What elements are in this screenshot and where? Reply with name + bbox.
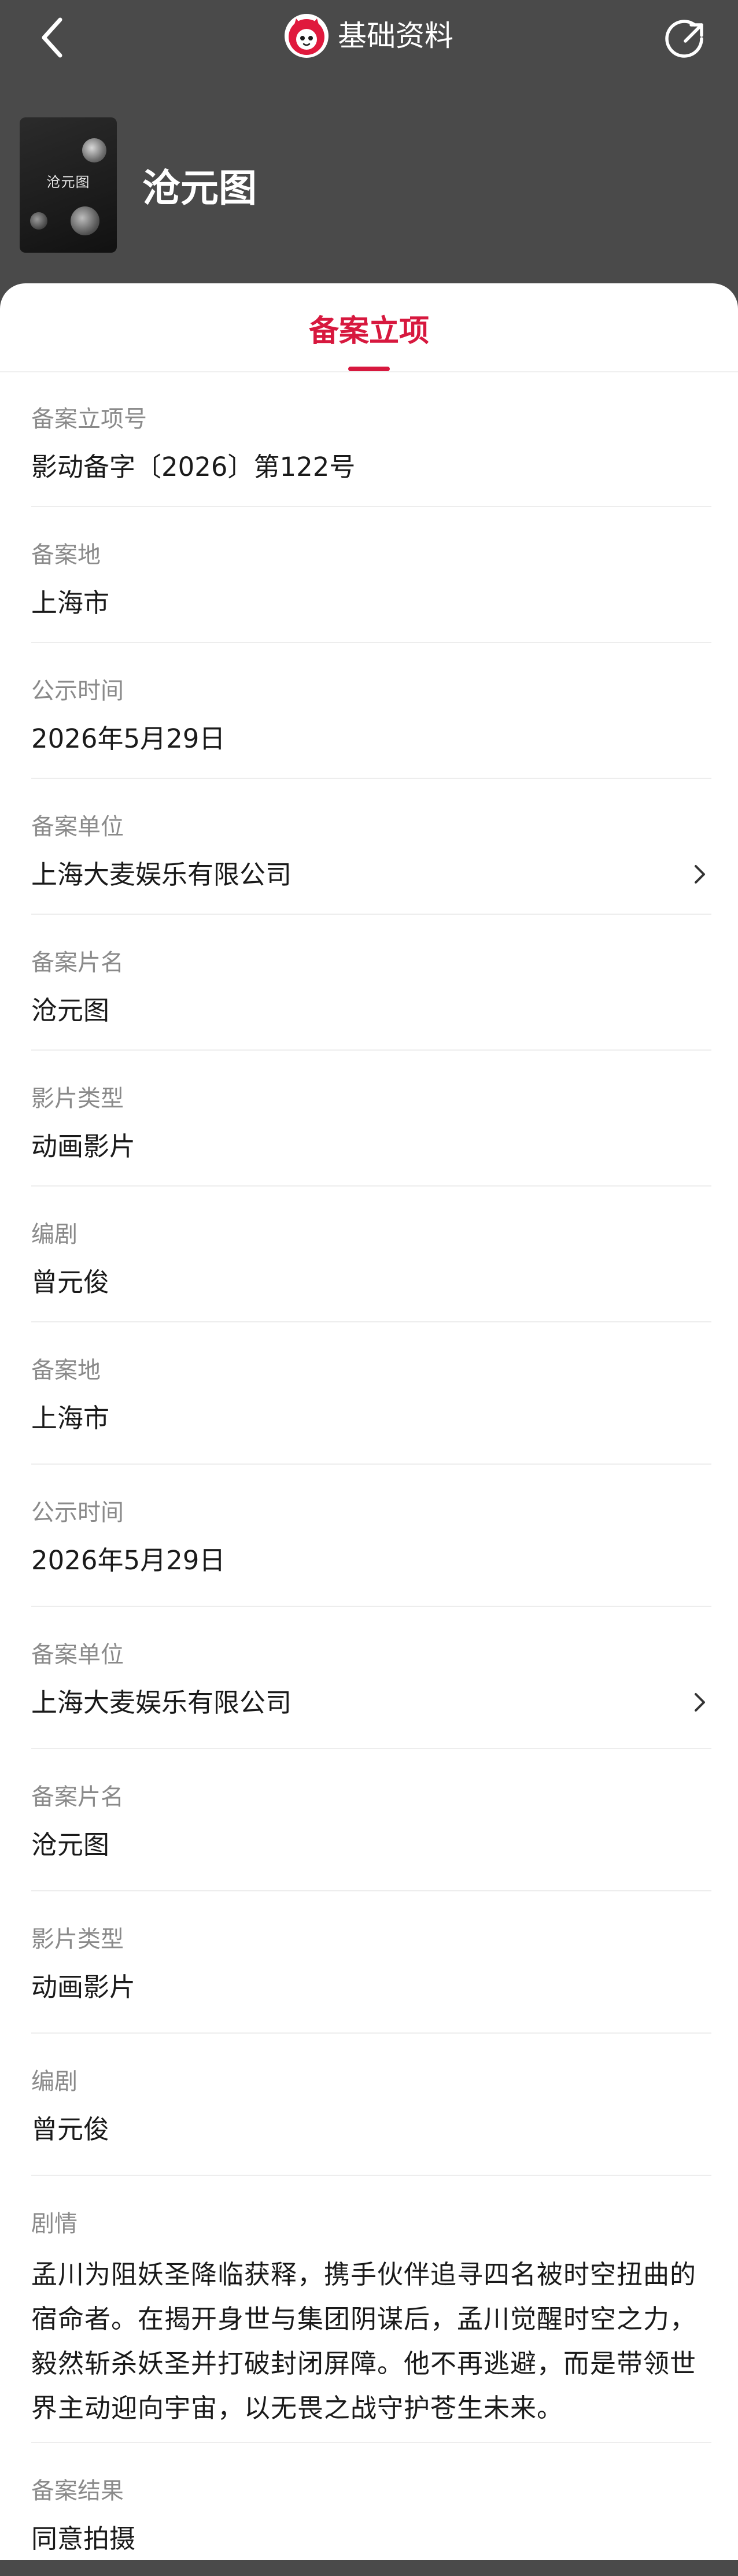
row-label: 公示时间 [31, 678, 124, 704]
poster-decoration [71, 206, 99, 235]
info-row-publish-date: 公示时间 2026年5月29日 [31, 1465, 711, 1607]
plot-text: 孟川为阻妖圣降临获释，携手伙伴追寻四名被时空扭曲的宿命者。在揭开身世与集团阴谋后… [31, 2259, 697, 2423]
row-value: 曾元俊 [31, 2114, 110, 2145]
row-label: 备案单位 [31, 814, 124, 840]
tab-bar: 备案立项 [0, 283, 738, 372]
info-list: 备案立项号 影动备字〔2026〕第122号 备案地 上海市 公示时间 2026年… [31, 371, 711, 2576]
info-row-screenwriter: 编剧 曾元俊 [31, 1187, 711, 1322]
row-label: 备案地 [31, 1357, 101, 1384]
info-row-film-type: 影片类型 动画影片 [31, 1891, 711, 2034]
poster-decoration [30, 212, 47, 230]
info-row-filing-number: 备案立项号 影动备字〔2026〕第122号 [31, 371, 711, 507]
row-label: 备案片名 [31, 949, 124, 976]
nav-title-group: 基础资料 [0, 13, 738, 59]
row-label: 备案片名 [31, 1784, 124, 1810]
info-row-film-type: 影片类型 动画影片 [31, 1051, 711, 1187]
info-row-film-title: 备案片名 沧元图 [31, 1749, 711, 1891]
info-row-filing-company[interactable]: 备案单位 上海大麦娱乐有限公司 [31, 1607, 711, 1749]
row-label: 影片类型 [31, 1926, 124, 1953]
info-row-film-title: 备案片名 沧元图 [31, 915, 711, 1051]
row-label: 备案地 [31, 542, 101, 568]
top-navigation-bar: 基础资料 [0, 0, 738, 87]
share-button[interactable] [660, 14, 712, 66]
row-label: 备案立项号 [31, 406, 147, 433]
poster-decoration [82, 138, 106, 162]
row-value: 沧元图 [31, 995, 110, 1026]
row-value: 2026年5月29日 [31, 723, 226, 754]
info-row-filing-result: 备案结果 同意拍摄 [31, 2443, 711, 2576]
movie-poster[interactable]: 沧元图 [20, 117, 117, 253]
movie-title: 沧元图 [142, 165, 257, 210]
info-row-filing-location: 备案地 上海市 [31, 507, 711, 643]
row-value: 曾元俊 [31, 1267, 110, 1298]
info-row-publish-date: 公示时间 2026年5月29日 [31, 643, 711, 779]
page-title: 基础资料 [338, 19, 453, 53]
row-label: 公示时间 [31, 1499, 124, 1526]
row-value: 沧元图 [31, 1830, 110, 1860]
row-value: 影动备字〔2026〕第122号 [31, 452, 356, 482]
poster-title: 沧元图 [46, 173, 90, 190]
row-value: 同意拍摄 [31, 2523, 136, 2554]
tab-filing-project[interactable]: 备案立项 [0, 306, 738, 350]
row-label: 影片类型 [31, 1085, 124, 1112]
row-label: 备案结果 [31, 2478, 124, 2504]
row-label: 剧情 [31, 2211, 78, 2237]
row-value: 上海大麦娱乐有限公司 [31, 1687, 292, 1718]
row-label: 编剧 [31, 2068, 78, 2095]
row-value: 上海市 [31, 587, 110, 618]
row-label: 备案单位 [31, 1642, 124, 1668]
info-row-plot: 剧情 孟川为阻妖圣降临获释，携手伙伴追寻四名被时空扭曲的宿命者。在揭开身世与集团… [31, 2176, 711, 2443]
share-icon [665, 20, 703, 58]
row-value: 动画影片 [31, 1131, 136, 1162]
row-value: 上海市 [31, 1403, 110, 1433]
info-row-screenwriter: 编剧 曾元俊 [31, 2034, 711, 2176]
info-card: 备案立项 备案立项号 影动备字〔2026〕第122号 备案地 上海市 公示时间 … [0, 283, 738, 2560]
row-value: 上海大麦娱乐有限公司 [31, 859, 292, 890]
chevron-right-icon [688, 860, 711, 889]
chevron-right-icon [688, 1688, 711, 1717]
row-value: 2026年5月29日 [31, 1545, 226, 1576]
info-row-filing-company[interactable]: 备案单位 上海大麦娱乐有限公司 [31, 779, 711, 915]
movie-header: 沧元图 沧元图 [20, 117, 257, 253]
row-label: 编剧 [31, 1221, 78, 1248]
tab-active-indicator [348, 367, 390, 371]
cat-logo-icon [285, 14, 329, 58]
info-row-filing-location: 备案地 上海市 [31, 1322, 711, 1465]
row-value: 动画影片 [31, 1972, 136, 2002]
